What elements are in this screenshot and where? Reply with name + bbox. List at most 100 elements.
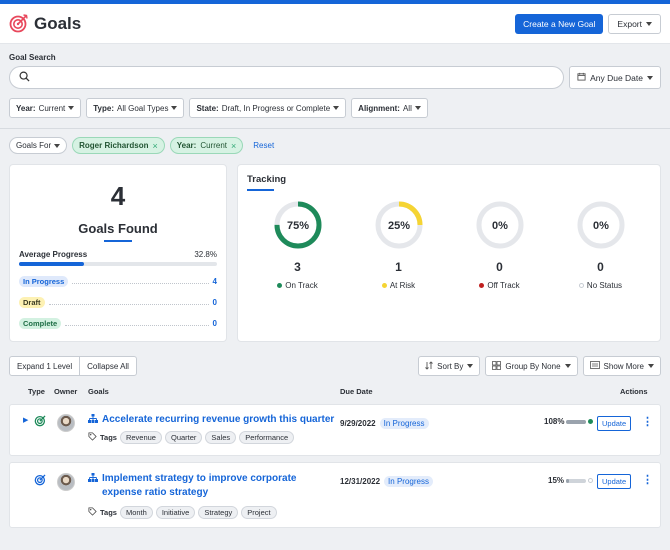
goal-cell: Implement strategy to improve corporate … xyxy=(88,472,338,519)
create-goal-button[interactable]: Create a New Goal xyxy=(515,13,604,34)
year-chip[interactable]: Year: Current × xyxy=(169,137,244,154)
tag[interactable]: Revenue xyxy=(119,431,162,444)
col-goals: Goals xyxy=(88,387,109,396)
title-underline xyxy=(104,240,132,242)
close-icon[interactable]: × xyxy=(231,141,236,151)
status-dot xyxy=(479,283,485,288)
status-dot xyxy=(578,283,584,288)
ring-percent: 75% xyxy=(286,220,308,232)
kebab-icon[interactable]: ⋮ xyxy=(642,473,653,486)
dotted-leader xyxy=(48,299,209,305)
year-filter[interactable]: Year: Current xyxy=(9,98,82,118)
type-filter[interactable]: Type: All Goal Types xyxy=(86,98,185,118)
status-summary-row[interactable]: Complete 0 xyxy=(19,317,217,329)
due-cell: 9/29/2022 In Progress xyxy=(340,418,429,429)
tracking-title: Tracking xyxy=(247,174,287,185)
page-header: Goals Create a New Goal Export xyxy=(0,4,670,44)
tag[interactable]: Sales xyxy=(205,431,237,444)
status-badge: Draft xyxy=(19,296,45,308)
chevron-down-icon xyxy=(647,75,653,80)
year-chip-value: Current xyxy=(200,141,227,150)
status-dot xyxy=(588,478,594,483)
due-cell: 12/31/2022 In Progress xyxy=(340,476,433,487)
goal-title-link[interactable]: Implement strategy to improve corporate … xyxy=(102,472,338,500)
filter-value: All xyxy=(402,103,412,113)
tracking-ring-1[interactable]: 25% 1 At Risk xyxy=(348,199,449,290)
tracking-card: Tracking 75% 3 On Track 25% 1 At Risk 0% 0 Off T… xyxy=(237,164,661,342)
expand-arrow-icon[interactable]: ▶ xyxy=(23,416,28,424)
tracking-rings: 75% 3 On Track 25% 1 At Risk 0% 0 Off Track 0% 0 No… xyxy=(247,199,651,290)
goal-title-link[interactable]: Accelerate recurring revenue growth this… xyxy=(102,414,334,425)
tags-label: Tags xyxy=(100,508,117,517)
filter-key: Alignment: xyxy=(358,103,400,113)
goals-found-label: Goals Found xyxy=(78,221,158,236)
ring-percent: 0% xyxy=(492,220,508,232)
progress-cell: 15% xyxy=(548,476,594,485)
filter-value: Current xyxy=(38,103,66,113)
chevron-down-icon xyxy=(414,106,421,110)
update-button[interactable]: Update xyxy=(597,474,632,489)
group-by-dropdown[interactable]: Group By None xyxy=(485,356,578,376)
tracking-ring-3[interactable]: 0% 0 No Status xyxy=(550,199,651,290)
chevron-down-icon xyxy=(564,364,571,368)
tag[interactable]: Performance xyxy=(239,431,295,444)
alignment-filter[interactable]: Alignment: All xyxy=(351,98,428,118)
progress-ring: 0% xyxy=(476,201,523,249)
tag[interactable]: Quarter xyxy=(164,431,203,444)
ring-label-text: Off Track xyxy=(487,281,520,290)
search-input[interactable] xyxy=(36,72,564,83)
filter-key: State: xyxy=(196,103,219,113)
status-count: 0 xyxy=(212,318,217,328)
tag[interactable]: Project xyxy=(241,506,277,519)
due-date: 9/29/2022 xyxy=(340,419,376,428)
table-row[interactable]: ▶ Accelerate recurring revenue growth th… xyxy=(9,404,661,456)
table-row[interactable]: Implement strategy to improve corporate … xyxy=(9,462,661,528)
col-actions: Actions xyxy=(620,387,648,396)
kebab-icon[interactable]: ⋮ xyxy=(642,415,653,428)
update-button[interactable]: Update xyxy=(597,416,632,431)
person-chip[interactable]: Roger Richardson × xyxy=(72,137,165,154)
sort-by-dropdown[interactable]: Sort By xyxy=(418,356,481,376)
tag[interactable]: Initiative xyxy=(155,506,196,519)
progress-ring: 75% xyxy=(274,201,321,249)
tag[interactable]: Strategy xyxy=(198,506,239,519)
tag-icon xyxy=(88,507,97,518)
show-more-dropdown[interactable]: Show More xyxy=(582,356,661,376)
ring-label-text: On Track xyxy=(285,281,318,290)
status-dot xyxy=(381,283,387,288)
status-dot xyxy=(277,283,283,288)
progress-ring: 0% xyxy=(577,201,624,249)
due-date-label: Any Due Date xyxy=(590,72,643,83)
status-summary-row[interactable]: In Progress 4 xyxy=(19,275,217,287)
filter-key: Type: xyxy=(93,103,115,113)
tracking-ring-2[interactable]: 0% 0 Off Track xyxy=(449,199,550,290)
close-icon[interactable]: × xyxy=(152,141,157,151)
reset-link[interactable]: Reset xyxy=(253,141,274,150)
tag[interactable]: Month xyxy=(119,506,153,519)
collapse-all-button[interactable]: Collapse All xyxy=(79,357,136,375)
title-underline xyxy=(247,189,274,191)
progress-ring: 25% xyxy=(375,201,422,249)
state-filter[interactable]: State: Draft, In Progress or Complete xyxy=(189,98,347,118)
export-button[interactable]: Export xyxy=(608,13,661,34)
goals-found-count: 4 xyxy=(110,181,126,211)
status-count: 4 xyxy=(212,276,217,286)
ring-label: No Status xyxy=(578,281,622,290)
goal-type-icon xyxy=(34,414,47,429)
status-summary-row[interactable]: Draft 0 xyxy=(19,296,217,308)
search-icon xyxy=(19,71,30,84)
due-date-dropdown[interactable]: Any Due Date xyxy=(569,66,661,89)
goals-for-dropdown[interactable]: Goals For xyxy=(9,137,68,154)
table-header: Type Owner Goals Due Date Actions xyxy=(0,376,670,398)
tag-icon xyxy=(88,432,97,443)
filter-row: Year: Current Type: All Goal Types State… xyxy=(9,98,661,118)
average-progress-label: Average Progress xyxy=(19,250,88,259)
sort-label: Sort By xyxy=(437,361,464,371)
search-box[interactable] xyxy=(9,66,565,89)
average-progress-bar xyxy=(19,262,217,266)
hierarchy-icon xyxy=(88,473,98,484)
progress-fill xyxy=(566,478,570,483)
tracking-ring-0[interactable]: 75% 3 On Track xyxy=(247,199,348,290)
expand-level-button[interactable]: Expand 1 Level xyxy=(10,357,79,375)
ring-percent: 25% xyxy=(387,220,409,232)
